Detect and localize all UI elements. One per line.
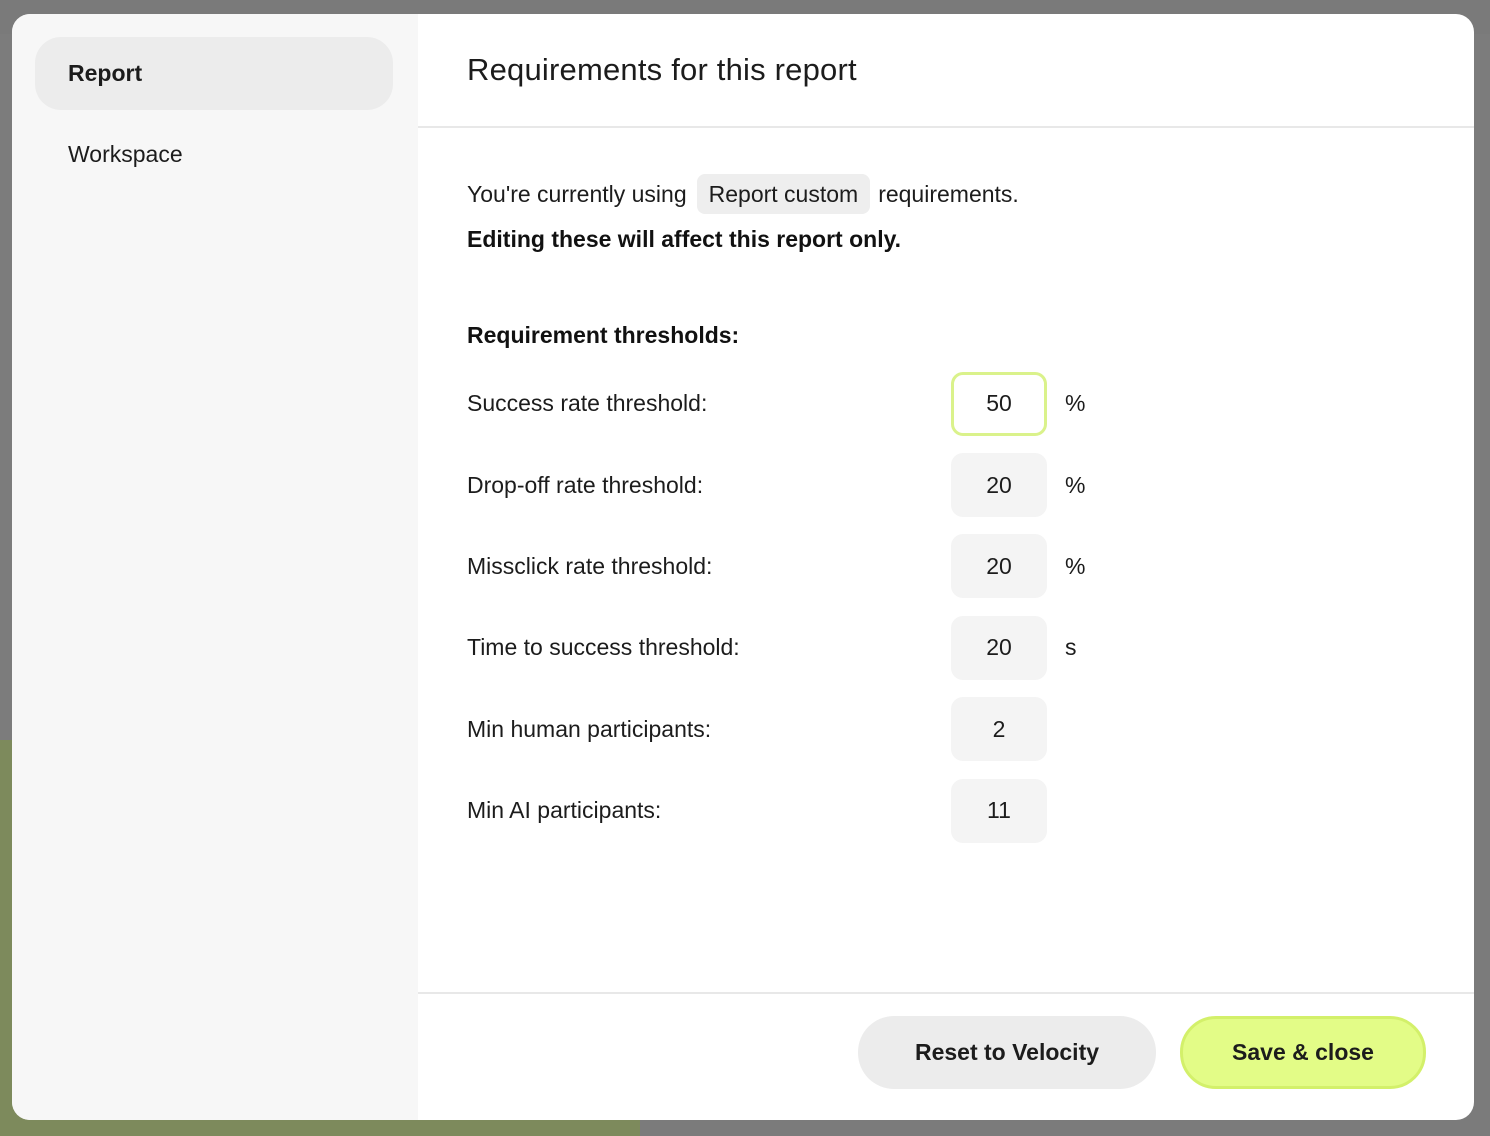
modal-sidebar: Report Workspace — [12, 14, 418, 1120]
thresholds-list: Success rate threshold: % Drop-off rate … — [467, 363, 1474, 851]
modal-header: Requirements for this report — [418, 14, 1474, 128]
threshold-row-drop-off-rate: Drop-off rate threshold: % — [467, 444, 1474, 525]
save-and-close-button[interactable]: Save & close — [1180, 1016, 1426, 1089]
threshold-unit: s — [1065, 634, 1077, 661]
min-ai-participants-input[interactable] — [951, 778, 1047, 843]
sidebar-item-workspace[interactable]: Workspace — [35, 118, 393, 191]
edit-note: Editing these will affect this report on… — [467, 226, 902, 252]
threshold-unit: % — [1065, 390, 1086, 417]
threshold-label: Success rate threshold: — [467, 390, 708, 417]
threshold-label: Min AI participants: — [467, 797, 662, 824]
drop-off-rate-input[interactable] — [951, 453, 1047, 518]
usage-suffix: requirements. — [878, 180, 1019, 207]
threshold-row-time-to-success: Time to success threshold: s — [467, 607, 1474, 688]
threshold-label: Min human participants: — [467, 715, 712, 742]
usage-prefix: You're currently using — [467, 180, 687, 207]
sidebar-item-label: Workspace — [68, 141, 183, 167]
threshold-label: Drop-off rate threshold: — [467, 471, 704, 498]
sidebar-item-report[interactable]: Report — [35, 37, 393, 110]
threshold-row-min-human-participants: Min human participants: — [467, 689, 1474, 770]
thresholds-title: Requirement thresholds: — [467, 322, 740, 348]
threshold-unit: % — [1065, 471, 1086, 498]
threshold-row-success-rate: Success rate threshold: % — [467, 363, 1474, 444]
requirements-modal: Report Workspace Requirements for this r… — [12, 14, 1474, 1120]
success-rate-input[interactable] — [951, 371, 1047, 436]
threshold-unit: % — [1065, 552, 1086, 579]
requirements-source-chip[interactable]: Report custom — [696, 174, 871, 214]
usage-line: You're currently using Report custom req… — [467, 172, 1474, 216]
threshold-label: Time to success threshold: — [467, 634, 740, 661]
missclick-rate-input[interactable] — [951, 534, 1047, 599]
reset-to-velocity-button[interactable]: Reset to Velocity — [858, 1016, 1156, 1089]
threshold-label: Missclick rate threshold: — [467, 552, 713, 579]
page-title: Requirements for this report — [467, 52, 857, 87]
modal-content: You're currently using Report custom req… — [418, 128, 1474, 851]
threshold-row-missclick-rate: Missclick rate threshold: % — [467, 526, 1474, 607]
modal-footer: Reset to Velocity Save & close — [418, 992, 1474, 1120]
min-human-participants-input[interactable] — [951, 697, 1047, 762]
time-to-success-input[interactable] — [951, 615, 1047, 680]
threshold-row-min-ai-participants: Min AI participants: — [467, 770, 1474, 851]
modal-main: Requirements for this report You're curr… — [418, 14, 1474, 1120]
sidebar-item-label: Report — [68, 60, 143, 86]
